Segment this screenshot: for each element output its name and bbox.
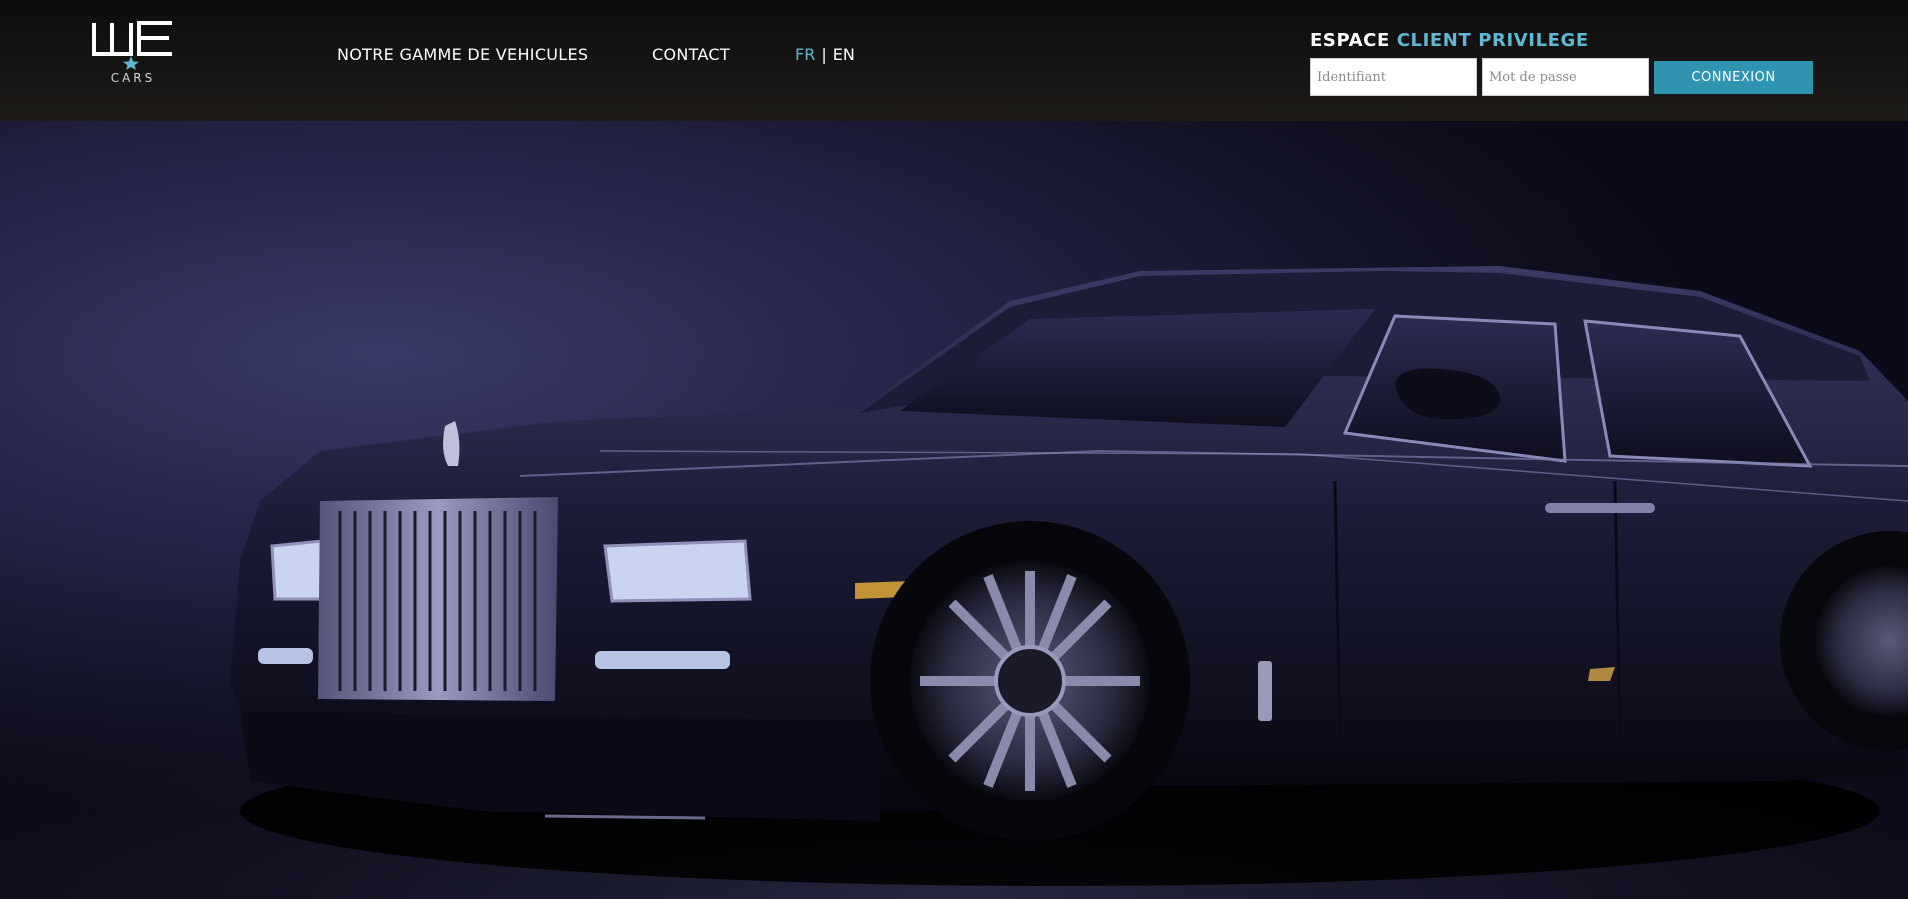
lang-en[interactable]: EN (833, 45, 855, 64)
luxury-car-photo (0, 266, 1908, 899)
hero-banner (0, 121, 1908, 899)
login-button[interactable]: CONNEXION (1654, 61, 1813, 94)
lang-separator: | (821, 45, 827, 64)
language-switcher: FR | EN (795, 45, 855, 64)
username-input[interactable] (1310, 58, 1477, 96)
client-title-part1: ESPACE (1310, 30, 1390, 51)
site-header: CARS NOTRE GAMME DE VEHICULES CONTACT FR… (0, 0, 1908, 121)
we-logo-mark (92, 21, 172, 70)
password-input[interactable] (1482, 58, 1649, 96)
we-cars-logo[interactable]: CARS (91, 20, 175, 88)
lang-fr[interactable]: FR (795, 45, 815, 64)
client-area-title: ESPACE CLIENT PRIVILEGE (1310, 30, 1589, 51)
nav-contact[interactable]: CONTACT (652, 45, 730, 64)
nav-vehicle-range[interactable]: NOTRE GAMME DE VEHICULES (337, 45, 588, 64)
logo-subtitle: CARS (110, 71, 156, 85)
client-title-part2: CLIENT PRIVILEGE (1396, 30, 1589, 51)
star-icon (123, 56, 139, 70)
